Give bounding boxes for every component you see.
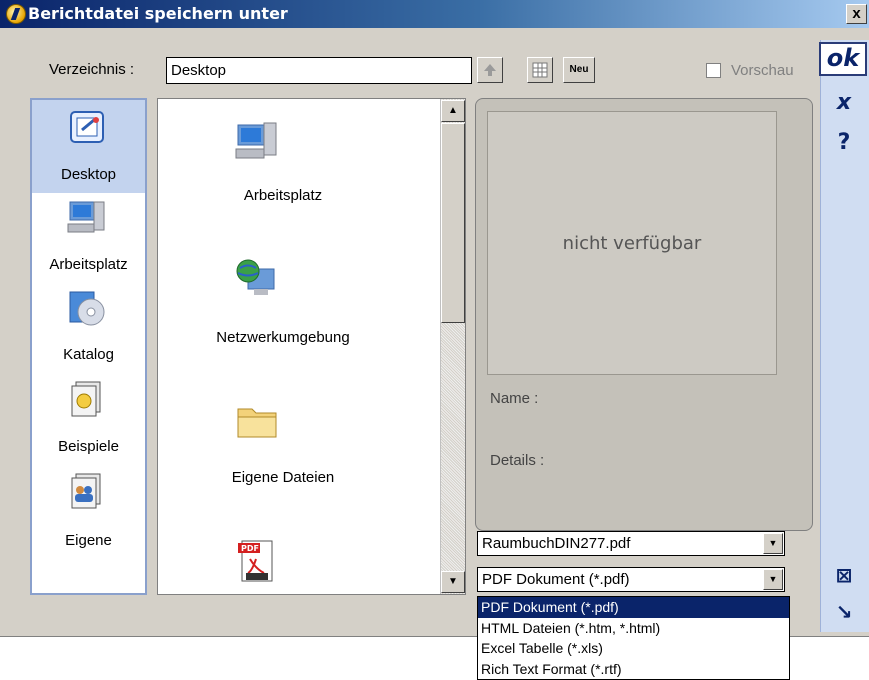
place-katalog[interactable]: Katalog (32, 286, 145, 376)
save-dialog: Berichtdatei speichern unter x ok x ? ⊠ … (0, 0, 869, 637)
place-arbeitsplatz[interactable]: Arbeitsplatz (32, 196, 145, 286)
examples-icon (71, 381, 101, 417)
network-globe-icon (236, 259, 275, 295)
places-bar: Desktop Arbeitsplatz Katalog Beispiele E… (30, 98, 147, 595)
up-arrow-icon (484, 64, 496, 76)
catalog-cd-icon (69, 291, 105, 326)
desktop-icon (70, 111, 104, 143)
ok-button[interactable]: ok (819, 42, 867, 76)
title-bar: Berichtdatei speichern unter x (0, 0, 869, 28)
directory-field[interactable]: Desktop (166, 57, 472, 84)
dropdown-option[interactable]: HTML Dateien (*.htm, *.html) (478, 618, 789, 639)
place-label: Desktop (60, 166, 117, 183)
pdf-file-icon: PDF (238, 540, 273, 582)
preview-area: nicht verfügbar (487, 111, 777, 375)
place-eigene[interactable]: Eigene (32, 470, 145, 560)
action-bar (820, 40, 869, 632)
preview-name-label: Name : (490, 390, 539, 407)
list-item[interactable]: PDF (158, 539, 408, 595)
preview-label: Vorschau (731, 62, 794, 79)
preview-checkbox[interactable] (706, 63, 721, 78)
up-folder-button[interactable] (477, 57, 503, 83)
resize-corner-icon[interactable]: ↘ (820, 600, 868, 624)
filetype-value: PDF Dokument (*.pdf) (482, 571, 630, 588)
app-logo-icon (6, 4, 26, 24)
list-item[interactable]: Eigene Dateien (158, 399, 408, 509)
dropdown-option[interactable]: PDF Dokument (*.pdf) (478, 597, 789, 618)
filetype-dropdown[interactable]: PDF Dokument (*.pdf) HTML Dateien (*.htm… (477, 596, 790, 680)
dropdown-option[interactable]: Excel Tabelle (*.xls) (478, 638, 789, 659)
file-label: Eigene Dateien (231, 469, 335, 486)
place-desktop[interactable]: Desktop (32, 100, 145, 193)
computer-icon (67, 201, 105, 233)
file-label: Arbeitsplatz (243, 187, 323, 204)
place-label: Beispiele (58, 438, 119, 455)
chevron-down-icon[interactable]: ▼ (763, 533, 783, 554)
scrollbar-thumb[interactable] (441, 123, 465, 323)
help-button[interactable]: ? (820, 130, 868, 155)
place-label: Eigene (65, 532, 112, 549)
user-files-icon (71, 473, 101, 509)
dropdown-option[interactable]: Rich Text Format (*.rtf) (478, 659, 789, 680)
computer-icon (235, 122, 277, 159)
cancel-button[interactable]: x (820, 90, 868, 115)
filename-combo[interactable]: RaumbuchDIN277.pdf ▼ (477, 531, 785, 556)
place-beispiele[interactable]: Beispiele (32, 378, 145, 468)
view-mode-button[interactable] (527, 57, 553, 83)
preview-details-label: Details : (490, 452, 545, 469)
window-title: Berichtdatei speichern unter (28, 4, 288, 23)
place-label: Arbeitsplatz (49, 256, 128, 273)
grid-view-icon (532, 62, 548, 78)
list-item[interactable]: Arbeitsplatz (158, 109, 408, 219)
close-button[interactable]: x (846, 4, 867, 24)
close-box-icon[interactable]: ⊠ (820, 563, 868, 587)
chevron-down-icon[interactable]: ▼ (763, 569, 783, 590)
folder-icon (237, 408, 277, 438)
svg-text:PDF: PDF (241, 544, 259, 553)
file-list[interactable]: Arbeitsplatz Netzwerkumgebung Eigene Dat… (157, 98, 466, 595)
new-folder-button[interactable]: Neu (563, 57, 595, 83)
place-label: Katalog (63, 346, 114, 363)
scroll-down-button[interactable]: ▼ (441, 571, 465, 593)
directory-label: Verzeichnis : (49, 61, 135, 78)
filetype-combo[interactable]: PDF Dokument (*.pdf) ▼ (477, 567, 785, 592)
scroll-up-button[interactable]: ▲ (441, 100, 465, 122)
list-item[interactable]: Netzwerkumgebung (158, 249, 408, 359)
file-label: Netzwerkumgebung (216, 329, 350, 346)
filename-value: RaumbuchDIN277.pdf (482, 535, 631, 552)
